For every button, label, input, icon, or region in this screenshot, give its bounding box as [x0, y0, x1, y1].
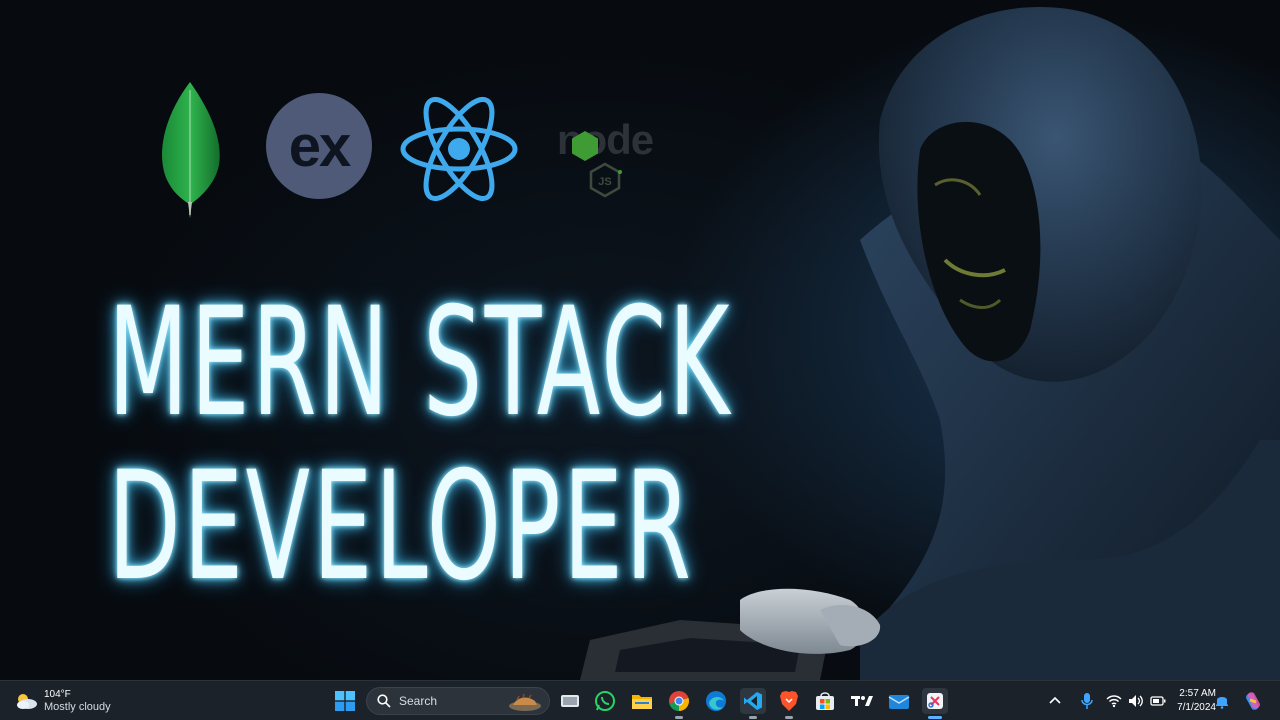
- whatsapp-app[interactable]: [592, 688, 618, 714]
- weather-condition: Mostly cloudy: [44, 701, 111, 713]
- hooded-hacker-figure: [580, 6, 1280, 680]
- wifi-icon[interactable]: [1106, 694, 1122, 708]
- task-view-icon: [561, 695, 579, 707]
- copilot-button[interactable]: [1240, 688, 1266, 714]
- mail-app[interactable]: [886, 688, 912, 714]
- express-logo-icon: ex: [266, 93, 372, 199]
- brave-app[interactable]: [776, 688, 802, 719]
- microphone-icon[interactable]: [1080, 692, 1094, 710]
- edge-icon: [706, 691, 726, 711]
- copilot-icon: [1246, 692, 1260, 710]
- title-line-2: DEVELOPER: [108, 440, 694, 614]
- chrome-app[interactable]: [666, 688, 692, 719]
- edge-app[interactable]: [703, 688, 729, 714]
- app-running-indicator: [785, 716, 793, 719]
- taskbar-search-input[interactable]: Search: [366, 687, 550, 715]
- taskbar: 104°F Mostly cloudy Search 2:57 AM 7/1/2…: [0, 680, 1280, 720]
- windows-logo-icon: [335, 691, 355, 711]
- system-clock[interactable]: 2:57 AM 7/1/2024: [1164, 687, 1216, 715]
- whatsapp-icon: [595, 691, 615, 711]
- volume-icon[interactable]: [1128, 694, 1144, 708]
- mongodb-logo-icon: [162, 82, 220, 218]
- react-logo-icon: [400, 96, 518, 202]
- mail-envelope-icon: [888, 695, 910, 709]
- snipping-tool-app[interactable]: [922, 688, 948, 719]
- app-running-indicator: [675, 716, 683, 719]
- show-hidden-icons-chevron-up-icon[interactable]: [1046, 692, 1064, 710]
- search-placeholder: Search: [399, 694, 438, 708]
- system-tray: [1046, 681, 1166, 720]
- express-logo-text: ex: [288, 113, 351, 179]
- app-active-indicator: [928, 716, 942, 719]
- notifications-button[interactable]: [1212, 688, 1232, 714]
- title-line-1: MERN STACK: [108, 276, 733, 450]
- search-highlight-icon: [509, 693, 541, 711]
- clock-date: 7/1/2024: [1177, 702, 1216, 713]
- start-button[interactable]: [332, 688, 358, 714]
- microsoft-store-app[interactable]: [812, 688, 838, 714]
- snipping-tool-icon: [927, 693, 943, 709]
- weather-widget[interactable]: 104°F Mostly cloudy: [14, 687, 111, 715]
- store-bag-icon: [816, 692, 834, 710]
- clock-time: 2:57 AM: [1179, 688, 1216, 699]
- desktop-wallpaper: ex node JS MERN STACK DEVELOPER: [0, 0, 1280, 680]
- cloudy-weather-icon: [17, 694, 37, 709]
- tradingview-app[interactable]: [849, 688, 875, 714]
- folder-icon: [632, 695, 652, 709]
- vscode-app[interactable]: [740, 688, 766, 719]
- app-running-indicator: [749, 716, 757, 719]
- brave-lion-icon: [780, 691, 798, 711]
- task-view-button[interactable]: [557, 688, 583, 714]
- vscode-icon: [744, 692, 762, 710]
- weather-temperature: 104°F: [44, 689, 71, 700]
- chrome-icon: [669, 691, 689, 711]
- notification-bell-icon: [1216, 697, 1228, 709]
- file-explorer-app[interactable]: [629, 688, 655, 714]
- tradingview-icon: [851, 696, 873, 706]
- search-icon: [377, 694, 391, 708]
